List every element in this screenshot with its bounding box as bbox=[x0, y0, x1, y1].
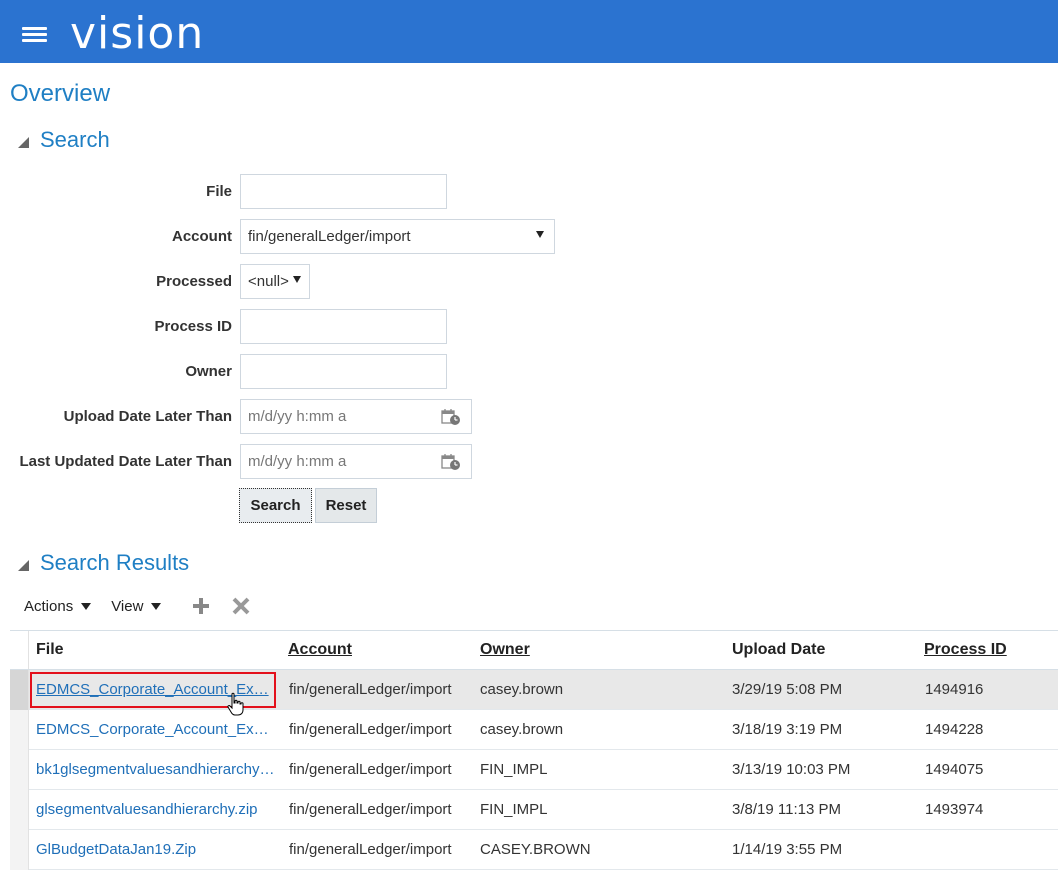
owner-cell: FIN_IMPL bbox=[480, 761, 548, 778]
dropdown-arrow-icon bbox=[293, 276, 301, 283]
view-menu[interactable]: View bbox=[111, 597, 162, 615]
row-gutter[interactable] bbox=[10, 830, 29, 870]
table-row[interactable]: EDMCS_Corporate_Account_Ex… fin/generalL… bbox=[10, 710, 1058, 750]
row-gutter[interactable] bbox=[10, 750, 29, 790]
last-updated-label: Last Updated Date Later Than bbox=[19, 453, 232, 470]
results-section-title: Search Results bbox=[40, 550, 190, 575]
owner-row: Owner bbox=[0, 354, 232, 388]
account-cell: fin/generalLedger/import bbox=[289, 841, 452, 858]
row-gutter bbox=[10, 631, 29, 669]
col-file[interactable]: File bbox=[36, 641, 64, 659]
reset-button[interactable]: Reset bbox=[315, 488, 377, 523]
row-gutter[interactable] bbox=[10, 670, 29, 710]
owner-cell: FIN_IMPL bbox=[480, 801, 548, 818]
dropdown-arrow-icon bbox=[536, 231, 544, 238]
caret-down-icon bbox=[81, 602, 92, 610]
last-updated-placeholder: m/d/yy h:mm a bbox=[248, 453, 347, 470]
account-label: Account bbox=[172, 228, 232, 245]
last-updated-input[interactable]: m/d/yy h:mm a bbox=[240, 444, 472, 479]
processed-label: Processed bbox=[156, 273, 232, 290]
table-header: File Account Owner Upload Date Process I… bbox=[10, 630, 1058, 670]
page-title: Overview bbox=[10, 80, 111, 107]
process-id-input[interactable] bbox=[240, 309, 447, 344]
file-input[interactable] bbox=[240, 174, 447, 209]
col-account[interactable]: Account bbox=[288, 641, 352, 659]
file-label: File bbox=[206, 183, 232, 200]
processed-select[interactable]: <null> bbox=[240, 264, 310, 299]
col-process-id[interactable]: Process ID bbox=[924, 641, 1007, 659]
upload-date-cell: 3/29/19 5:08 PM bbox=[732, 681, 843, 698]
owner-cell: CASEY.BROWN bbox=[480, 841, 591, 858]
hamburger-menu-icon[interactable] bbox=[22, 27, 47, 43]
processed-row: Processed bbox=[0, 264, 232, 298]
process-id-label: Process ID bbox=[154, 318, 232, 335]
account-row: Account bbox=[0, 219, 232, 253]
upload-date-placeholder: m/d/yy h:mm a bbox=[248, 408, 347, 425]
add-icon[interactable] bbox=[191, 596, 211, 616]
calendar-icon[interactable] bbox=[441, 408, 461, 426]
account-cell: fin/generalLedger/import bbox=[289, 681, 452, 698]
process-id-cell: 1494075 bbox=[925, 761, 984, 778]
file-link[interactable]: EDMCS_Corporate_Account_Ex… bbox=[36, 721, 270, 738]
owner-label: Owner bbox=[185, 363, 232, 380]
top-bar: vision bbox=[0, 0, 1058, 63]
row-gutter[interactable] bbox=[10, 790, 29, 830]
brand-logo: vision bbox=[70, 8, 205, 59]
owner-cell: casey.brown bbox=[480, 721, 564, 738]
process-id-cell: 1494228 bbox=[925, 721, 984, 738]
table-row[interactable]: bk1glsegmentvaluesandhierarchy… fin/gene… bbox=[10, 750, 1058, 790]
calendar-icon[interactable] bbox=[441, 453, 461, 471]
table-row[interactable]: EDMCS_Corporate_Account_Ex… fin/generalL… bbox=[10, 670, 1058, 716]
upload-date-input[interactable]: m/d/yy h:mm a bbox=[240, 399, 472, 434]
upload-date-label: Upload Date Later Than bbox=[63, 408, 232, 425]
process-id-cell: 1494916 bbox=[925, 681, 984, 698]
actions-menu[interactable]: Actions bbox=[24, 597, 92, 615]
search-button[interactable]: Search bbox=[239, 488, 312, 523]
file-link[interactable]: GlBudgetDataJan19.Zip bbox=[36, 841, 276, 858]
upload-date-cell: 3/13/19 10:03 PM bbox=[732, 761, 851, 778]
account-cell: fin/generalLedger/import bbox=[289, 721, 452, 738]
owner-cell: casey.brown bbox=[480, 681, 564, 698]
table-row[interactable]: glsegmentvaluesandhierarchy.zip fin/gene… bbox=[10, 790, 1058, 830]
upload-date-cell: 3/8/19 11:13 PM bbox=[732, 801, 841, 818]
collapse-triangle-icon[interactable] bbox=[18, 136, 29, 148]
col-owner[interactable]: Owner bbox=[480, 641, 530, 659]
file-link[interactable]: glsegmentvaluesandhierarchy.zip bbox=[36, 801, 276, 818]
caret-down-icon bbox=[151, 602, 162, 610]
search-section-header[interactable]: Search bbox=[18, 127, 110, 153]
account-select[interactable]: fin/generalLedger/import bbox=[240, 219, 555, 254]
results-toolbar: Actions View bbox=[24, 596, 251, 616]
upload-date-cell: 3/18/19 3:19 PM bbox=[732, 721, 843, 738]
processed-select-value: <null> bbox=[248, 273, 289, 290]
actions-label: Actions bbox=[24, 597, 74, 615]
account-select-value: fin/generalLedger/import bbox=[248, 228, 411, 245]
upload-date-row: Upload Date Later Than bbox=[0, 399, 232, 433]
file-link[interactable]: bk1glsegmentvaluesandhierarchy… bbox=[36, 761, 276, 778]
collapse-triangle-icon[interactable] bbox=[18, 559, 29, 571]
table-row[interactable]: GlBudgetDataJan19.Zip fin/generalLedger/… bbox=[10, 830, 1058, 870]
upload-date-cell: 1/14/19 3:55 PM bbox=[732, 841, 843, 858]
process-id-row: Process ID bbox=[0, 309, 232, 343]
results-section-header[interactable]: Search Results bbox=[18, 550, 189, 576]
delete-icon[interactable] bbox=[231, 596, 251, 616]
view-label: View bbox=[111, 597, 144, 615]
file-row: File bbox=[0, 174, 232, 208]
owner-input[interactable] bbox=[240, 354, 447, 389]
process-id-cell: 1493974 bbox=[925, 801, 984, 818]
col-upload-date[interactable]: Upload Date bbox=[732, 641, 825, 659]
search-section-title: Search bbox=[40, 127, 110, 152]
account-cell: fin/generalLedger/import bbox=[289, 761, 452, 778]
last-updated-row: Last Updated Date Later Than bbox=[0, 444, 232, 478]
account-cell: fin/generalLedger/import bbox=[289, 801, 452, 818]
row-gutter[interactable] bbox=[10, 710, 29, 750]
